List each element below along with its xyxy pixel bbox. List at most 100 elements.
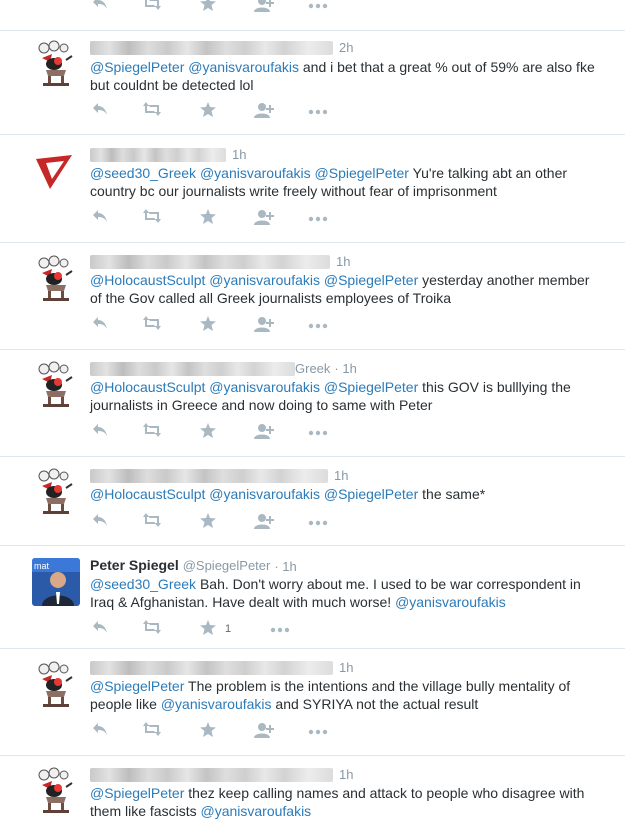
blurred-username	[90, 767, 333, 782]
mention-link[interactable]: @SpiegelPeter	[90, 678, 184, 694]
mention-link[interactable]: @yanisvaroufakis	[209, 272, 320, 288]
retweet-icon[interactable]	[142, 722, 162, 742]
tweet[interactable]: 1h @SpiegelPeter thez keep calling names…	[0, 756, 625, 834]
reply-icon[interactable]	[92, 620, 108, 640]
timestamp[interactable]: 1h	[334, 468, 348, 483]
tweet[interactable]: 1h @HolocaustSculpt @yanisvaroufakis @Sp…	[0, 457, 625, 546]
more-icon[interactable]	[308, 316, 328, 336]
tweet-header: 1h	[90, 253, 350, 271]
display-name[interactable]: Peter Spiegel	[90, 557, 179, 573]
blurred-username	[90, 660, 333, 675]
mention-link[interactable]: @SpiegelPeter	[90, 785, 184, 801]
avatar[interactable]	[32, 767, 80, 815]
timestamp[interactable]: · 1h	[334, 361, 356, 376]
tweet[interactable]: Peter Spiegel @SpiegelPeter · 1h @seed30_G…	[0, 546, 625, 649]
tweet-header: 1h	[90, 146, 246, 164]
retweet-icon[interactable]	[142, 209, 162, 229]
reply-icon[interactable]	[92, 513, 108, 533]
star-icon[interactable]	[200, 209, 216, 229]
follow-icon[interactable]	[254, 209, 274, 229]
retweet-icon[interactable]	[142, 102, 162, 122]
mention-link[interactable]: @yanisvaroufakis	[209, 486, 320, 502]
timestamp[interactable]: 1h	[339, 767, 353, 782]
star-icon[interactable]	[200, 102, 216, 122]
mention-link[interactable]: @HolocaustSculpt	[90, 486, 205, 502]
mention-link[interactable]: @yanisvaroufakis	[209, 379, 320, 395]
mention-link[interactable]: @yanisvaroufakis	[395, 594, 506, 610]
timestamp[interactable]: 1h	[232, 147, 246, 162]
timestamp[interactable]: 2h	[339, 40, 353, 55]
more-icon[interactable]	[308, 513, 328, 533]
star-icon[interactable]	[200, 316, 216, 336]
tweet[interactable]: 1h @HolocaustSculpt @yanisvaroufakis @Sp…	[0, 243, 625, 350]
retweet-icon[interactable]	[142, 620, 162, 640]
favorite-count: 1	[225, 623, 232, 635]
tweet-text: @HolocaustSculpt @yanisvaroufakis @Spieg…	[90, 271, 600, 307]
star-icon[interactable]	[200, 513, 216, 533]
follow-icon[interactable]	[254, 102, 274, 122]
avatar[interactable]	[32, 361, 80, 409]
tweet-body-continued: and SYRIYA not the actual result	[275, 696, 479, 712]
tweet[interactable]: 2h @SpiegelPeter @yanisvaroufakis and i …	[0, 31, 625, 135]
tweet-body: the same*	[422, 486, 486, 502]
follow-icon[interactable]	[254, 722, 274, 742]
tweet[interactable]: Greek · 1h @HolocaustSculpt @yanisvaroufa…	[0, 350, 625, 457]
follow-icon[interactable]	[254, 423, 274, 443]
star-icon[interactable]	[200, 423, 216, 443]
retweet-icon[interactable]	[142, 513, 162, 533]
mention-link[interactable]: @SpiegelPeter	[324, 379, 418, 395]
timestamp[interactable]: 1h	[339, 660, 353, 675]
mention-link[interactable]: @SpiegelPeter	[90, 59, 184, 75]
user-handle[interactable]: @SpiegelPeter	[183, 558, 271, 573]
tweet-header: 1h	[90, 766, 353, 784]
tweet-text: @seed30_Greek @yanisvaroufakis @SpiegelP…	[90, 164, 600, 200]
more-icon[interactable]	[308, 423, 328, 443]
retweet-icon[interactable]	[142, 423, 162, 443]
mention-link[interactable]: @seed30_Greek	[90, 576, 196, 592]
avatar[interactable]	[32, 558, 80, 606]
star-icon[interactable]	[200, 0, 216, 16]
mention-link[interactable]: @seed30_Greek	[90, 165, 196, 181]
retweet-icon[interactable]	[142, 0, 162, 16]
blurred-username	[90, 40, 333, 55]
tweet[interactable]: 1h @seed30_Greek @yanisvaroufakis @Spieg…	[0, 135, 625, 243]
avatar[interactable]	[32, 661, 80, 709]
retweet-icon[interactable]	[142, 316, 162, 336]
reply-icon[interactable]	[92, 102, 108, 122]
mention-link[interactable]: @yanisvaroufakis	[161, 696, 272, 712]
reply-icon[interactable]	[92, 722, 108, 742]
reply-icon[interactable]	[92, 209, 108, 229]
reply-icon[interactable]	[92, 0, 108, 16]
avatar[interactable]	[32, 468, 80, 516]
mention-link[interactable]: @HolocaustSculpt	[90, 272, 205, 288]
follow-icon[interactable]	[254, 0, 274, 16]
mention-link[interactable]: @yanisvaroufakis	[200, 165, 311, 181]
more-icon[interactable]	[270, 620, 290, 640]
avatar[interactable]	[32, 147, 80, 195]
more-icon[interactable]	[308, 722, 328, 742]
mention-link[interactable]: @SpiegelPeter	[324, 486, 418, 502]
timestamp[interactable]: 1h	[336, 254, 350, 269]
reply-icon[interactable]	[92, 423, 108, 443]
mention-link[interactable]: @SpiegelPeter	[324, 272, 418, 288]
timestamp[interactable]: · 1h	[274, 559, 296, 574]
more-icon[interactable]	[308, 209, 328, 229]
tweet-header: Greek · 1h	[90, 360, 357, 378]
star-icon[interactable]	[200, 722, 216, 742]
mention-link[interactable]: @SpiegelPeter	[315, 165, 409, 181]
reply-icon[interactable]	[92, 316, 108, 336]
more-icon[interactable]	[308, 102, 328, 122]
follow-icon[interactable]	[254, 316, 274, 336]
avatar[interactable]	[32, 40, 80, 88]
star-icon[interactable]	[200, 620, 216, 640]
mention-link[interactable]: @HolocaustSculpt	[90, 379, 205, 395]
blurred-username	[90, 361, 295, 376]
more-icon[interactable]	[308, 0, 328, 16]
tweet-text: @HolocaustSculpt @yanisvaroufakis @Spieg…	[90, 485, 600, 503]
mention-link[interactable]: @yanisvaroufakis	[188, 59, 299, 75]
avatar[interactable]	[32, 255, 80, 303]
mention-link[interactable]: @yanisvaroufakis	[200, 803, 311, 819]
tweet[interactable]: 1h @SpiegelPeter The problem is the inte…	[0, 649, 625, 756]
name-fragment: Greek	[295, 361, 331, 377]
follow-icon[interactable]	[254, 513, 274, 533]
